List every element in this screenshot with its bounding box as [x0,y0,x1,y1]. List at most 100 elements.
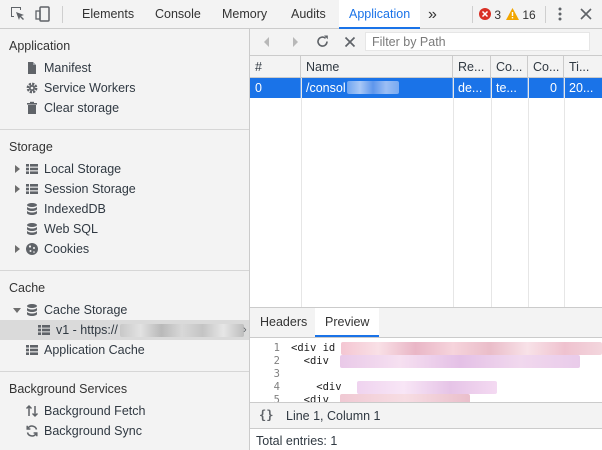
sidebar-item-indexeddb[interactable]: IndexedDB [0,199,249,219]
grid-icon [25,162,39,176]
redacted-code [341,342,602,355]
cell-name: /consol [301,78,453,98]
column-header-content-type[interactable]: Co... [491,56,528,78]
section-divider [0,129,249,130]
expand-arrow-icon[interactable] [15,245,20,253]
column-header-index[interactable]: # [250,56,301,78]
error-icon [479,8,491,20]
sidebar-item-local-storage[interactable]: Local Storage [0,159,249,179]
toolbar-divider [472,6,473,23]
redacted-code [357,381,497,394]
section-header-storage: Storage [9,140,53,154]
sidebar-item-clear-storage[interactable]: Clear storage [0,98,249,118]
sync-icon [25,424,39,438]
sidebar-item-label: v1 - https:// [56,323,118,337]
error-badge[interactable]: 3 [479,7,501,23]
cache-toolbar [250,29,602,56]
column-header-time[interactable]: Ti... [564,56,602,78]
cookie-icon [25,242,39,256]
section-header-cache: Cache [9,281,46,295]
error-count: 3 [494,8,502,22]
device-toolbar-icon[interactable] [35,6,51,22]
tab-preview[interactable]: Preview [315,308,380,337]
sidebar-item-web-sql[interactable]: Web SQL [0,219,249,239]
line-number: 3 [273,368,280,380]
trash-icon [25,101,39,115]
total-entries: Total entries: 1 [256,434,338,448]
redacted-url [120,324,244,337]
sidebar-item-service-workers[interactable]: Service Workers [0,78,249,98]
forward-arrow-icon[interactable] [288,35,304,51]
section-header-application: Application [9,39,71,53]
sidebar-item-session-storage[interactable]: Session Storage [0,179,249,199]
sidebar-item-label: Session Storage [44,182,136,196]
cursor-position: Line 1, Column 1 [286,409,381,423]
redacted-path [347,81,399,94]
sidebar-item-label: Background Fetch [44,404,146,418]
cell-time: 20... [569,81,594,95]
kebab-menu-icon[interactable] [552,6,568,22]
grid-icon [25,182,39,196]
cache-storage-panel: # Name Re... Co... Co... Ti... 0 /consol… [250,29,602,450]
expand-arrow-icon[interactable] [15,165,20,173]
sidebar-item-cache-storage[interactable]: Cache Storage [0,300,249,320]
filter-input[interactable] [365,32,590,51]
preview-code: 1 <div id 2 <div 3 4 <div 5 <div [250,339,602,402]
section-divider [0,270,249,271]
back-arrow-icon[interactable] [260,35,276,51]
grid-icon [25,343,39,357]
devtools-toolbar: Elements Console Memory Audits Applicati… [0,0,602,29]
tab-application[interactable]: Application [339,0,421,29]
sidebar-item-label: Local Storage [44,162,122,176]
column-divider [453,78,454,307]
sidebar-item-application-cache[interactable]: Application Cache [0,340,249,360]
gear-icon [25,81,39,95]
sidebar-item-background-fetch[interactable]: Background Fetch [0,401,249,421]
grid-icon [37,323,51,337]
tab-headers[interactable]: Headers [250,308,317,337]
clear-icon[interactable] [343,35,359,51]
sidebar-item-label: Background Sync [44,424,142,438]
warning-icon [506,8,519,20]
sidebar-item-label: Web SQL [44,222,98,236]
close-icon[interactable] [578,6,594,22]
tab-elements[interactable]: Elements [82,0,134,29]
inspect-element-icon[interactable] [10,6,26,22]
collapse-arrow-icon[interactable] [13,308,21,313]
tab-audits[interactable]: Audits [291,0,326,29]
cell-content-type: te... [491,78,528,98]
line-number: 2 [273,355,280,367]
column-header-response-type[interactable]: Re... [453,56,491,78]
warning-badge[interactable]: 16 [506,7,536,23]
expand-arrow-icon[interactable] [15,185,20,193]
application-sidebar: Application Manifest Service Workers Cle… [0,29,250,450]
refresh-icon[interactable] [315,34,331,50]
tab-memory[interactable]: Memory [222,0,267,29]
sidebar-item-label: Clear storage [44,101,120,115]
redacted-code [340,394,470,402]
cell-content-length: 0 [528,78,564,98]
source-status-bar: {} Line 1, Column 1 [250,402,602,428]
cell-index: 0 [250,78,301,98]
sidebar-item-label: IndexedDB [44,202,106,216]
column-header-name[interactable]: Name [301,56,453,78]
column-header-content-length[interactable]: Co... [528,56,564,78]
code-line: <div [291,381,342,393]
table-row[interactable]: 0 /consol de... te... 0 20... [250,78,602,98]
line-number: 4 [273,381,280,393]
column-divider [301,78,302,307]
more-tabs-button[interactable]: » [428,0,437,29]
sidebar-item-manifest[interactable]: Manifest [0,58,249,78]
pretty-print-button[interactable]: {} [259,408,273,422]
code-line: <div [291,394,329,402]
tab-console[interactable]: Console [155,0,201,29]
code-line: <div [291,355,329,367]
detail-tabs: Headers Preview [250,308,602,338]
sidebar-item-cookies[interactable]: Cookies [0,239,249,259]
sidebar-item-label: Cache Storage [44,303,128,317]
sidebar-item-cache-v1[interactable]: v1 - https:// › [0,320,249,340]
toolbar-divider [62,6,63,23]
sidebar-item-background-sync[interactable]: Background Sync [0,421,249,441]
database-icon [25,303,39,317]
toolbar-divider [545,6,546,23]
